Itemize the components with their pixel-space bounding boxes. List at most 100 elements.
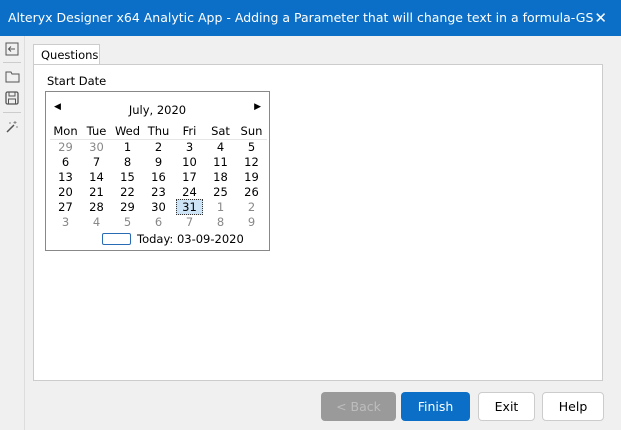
day-number: 30: [89, 139, 104, 154]
weekday-header: Thu: [143, 124, 174, 140]
calendar-day[interactable]: 10: [174, 155, 205, 170]
calendar-day[interactable]: 24: [174, 185, 205, 200]
day-number: 13: [58, 169, 73, 184]
day-number: 12: [244, 154, 259, 169]
day-number: 4: [216, 139, 225, 154]
day-number: 1: [123, 139, 132, 154]
calendar-day[interactable]: 4: [205, 139, 236, 155]
day-number: 23: [151, 184, 166, 199]
calendar-day[interactable]: 28: [81, 200, 112, 215]
day-number: 9: [247, 215, 256, 230]
day-number: 27: [58, 200, 73, 215]
day-number: 24: [182, 184, 197, 199]
calendar-day[interactable]: 9: [143, 155, 174, 170]
folder-icon[interactable]: [0, 65, 24, 87]
day-number: 4: [92, 215, 101, 230]
day-number: 20: [58, 184, 73, 199]
date-picker-calendar[interactable]: ◀ July, 2020 ▶ Mon Tue Wed Thu Fri Sat Sun 29 3…: [45, 91, 270, 251]
day-number: 29: [58, 139, 73, 154]
back-button[interactable]: < Back: [321, 392, 396, 421]
calendar-day[interactable]: 5: [112, 215, 143, 230]
calendar-day[interactable]: 30: [143, 200, 174, 215]
today-label: Today: 03-09-2020: [137, 232, 244, 246]
toolbar-divider: [3, 62, 21, 63]
day-number: 5: [247, 139, 256, 154]
finish-button[interactable]: Finish: [401, 392, 470, 421]
calendar-day[interactable]: 16: [143, 170, 174, 185]
day-number: 7: [185, 215, 194, 230]
day-number: 6: [154, 215, 163, 230]
day-number: 10: [182, 154, 197, 169]
weekday-header: Sun: [236, 124, 267, 140]
exit-button[interactable]: Exit: [478, 392, 535, 421]
weekday-header: Sat: [205, 124, 236, 140]
calendar-day[interactable]: 30: [81, 139, 112, 155]
calendar-day[interactable]: 14: [81, 170, 112, 185]
day-number: 15: [120, 169, 135, 184]
day-number: 8: [123, 154, 132, 169]
calendar-day[interactable]: 25: [205, 185, 236, 200]
calendar-day[interactable]: 15: [112, 170, 143, 185]
calendar-day[interactable]: 17: [174, 170, 205, 185]
calendar-day[interactable]: 3: [50, 215, 81, 230]
calendar-day[interactable]: 7: [174, 215, 205, 230]
day-number: 9: [154, 154, 163, 169]
calendar-day[interactable]: 27: [50, 200, 81, 215]
start-date-label: Start Date: [47, 74, 107, 88]
tab-questions[interactable]: Questions: [33, 44, 100, 65]
calendar-day[interactable]: 4: [81, 215, 112, 230]
close-icon[interactable]: ✕: [594, 0, 607, 36]
calendar-day[interactable]: 1: [205, 200, 236, 215]
calendar-day[interactable]: 11: [205, 155, 236, 170]
calendar-day[interactable]: 7: [81, 155, 112, 170]
calendar-day[interactable]: 22: [112, 185, 143, 200]
day-number: 25: [213, 184, 228, 199]
day-number: 26: [244, 184, 259, 199]
help-button[interactable]: Help: [542, 392, 604, 421]
toolbar-divider: [24, 36, 25, 430]
day-number: 7: [92, 154, 101, 169]
day-number: 3: [185, 139, 194, 154]
calendar-day[interactable]: 12: [236, 155, 267, 170]
calendar-day[interactable]: 13: [50, 170, 81, 185]
calendar-day[interactable]: 29: [112, 200, 143, 215]
magic-wand-icon[interactable]: [0, 116, 24, 138]
calendar-day[interactable]: 6: [50, 155, 81, 170]
calendar-day[interactable]: 6: [143, 215, 174, 230]
calendar-day[interactable]: 1: [112, 139, 143, 155]
today-link[interactable]: Today: 03-09-2020: [102, 232, 244, 246]
day-number: 2: [154, 139, 163, 154]
calendar-day[interactable]: 5: [236, 139, 267, 155]
calendar-day[interactable]: 2: [143, 139, 174, 155]
calendar-day[interactable]: 31: [174, 199, 205, 216]
day-number: 3: [61, 215, 70, 230]
calendar-day[interactable]: 21: [81, 185, 112, 200]
back-arrow-icon[interactable]: [0, 38, 24, 60]
calendar-day[interactable]: 20: [50, 185, 81, 200]
calendar-day[interactable]: 2: [236, 200, 267, 215]
day-number: 19: [244, 169, 259, 184]
calendar-day[interactable]: 29: [50, 139, 81, 155]
next-month-icon[interactable]: ▶: [254, 102, 261, 112]
save-icon[interactable]: [0, 87, 24, 109]
day-number: 8: [216, 215, 225, 230]
calendar-day[interactable]: 8: [112, 155, 143, 170]
day-number: 29: [120, 200, 135, 215]
day-number: 2: [247, 200, 256, 215]
window-title: Alteryx Designer x64 Analytic App - Addi…: [8, 10, 594, 25]
day-number: 21: [89, 184, 104, 199]
calendar-day[interactable]: 3: [174, 139, 205, 155]
weekday-header: Fri: [174, 124, 205, 140]
day-number: 17: [182, 169, 197, 184]
day-number: 11: [213, 154, 228, 169]
calendar-day[interactable]: 26: [236, 185, 267, 200]
day-number: 28: [89, 200, 104, 215]
calendar-day[interactable]: 23: [143, 185, 174, 200]
calendar-day[interactable]: 9: [236, 215, 267, 230]
title-bar: Alteryx Designer x64 Analytic App - Addi…: [0, 0, 621, 36]
calendar-day[interactable]: 18: [205, 170, 236, 185]
day-number: 31: [176, 199, 203, 216]
calendar-day[interactable]: 8: [205, 215, 236, 230]
day-number: 16: [151, 169, 166, 184]
calendar-day[interactable]: 19: [236, 170, 267, 185]
